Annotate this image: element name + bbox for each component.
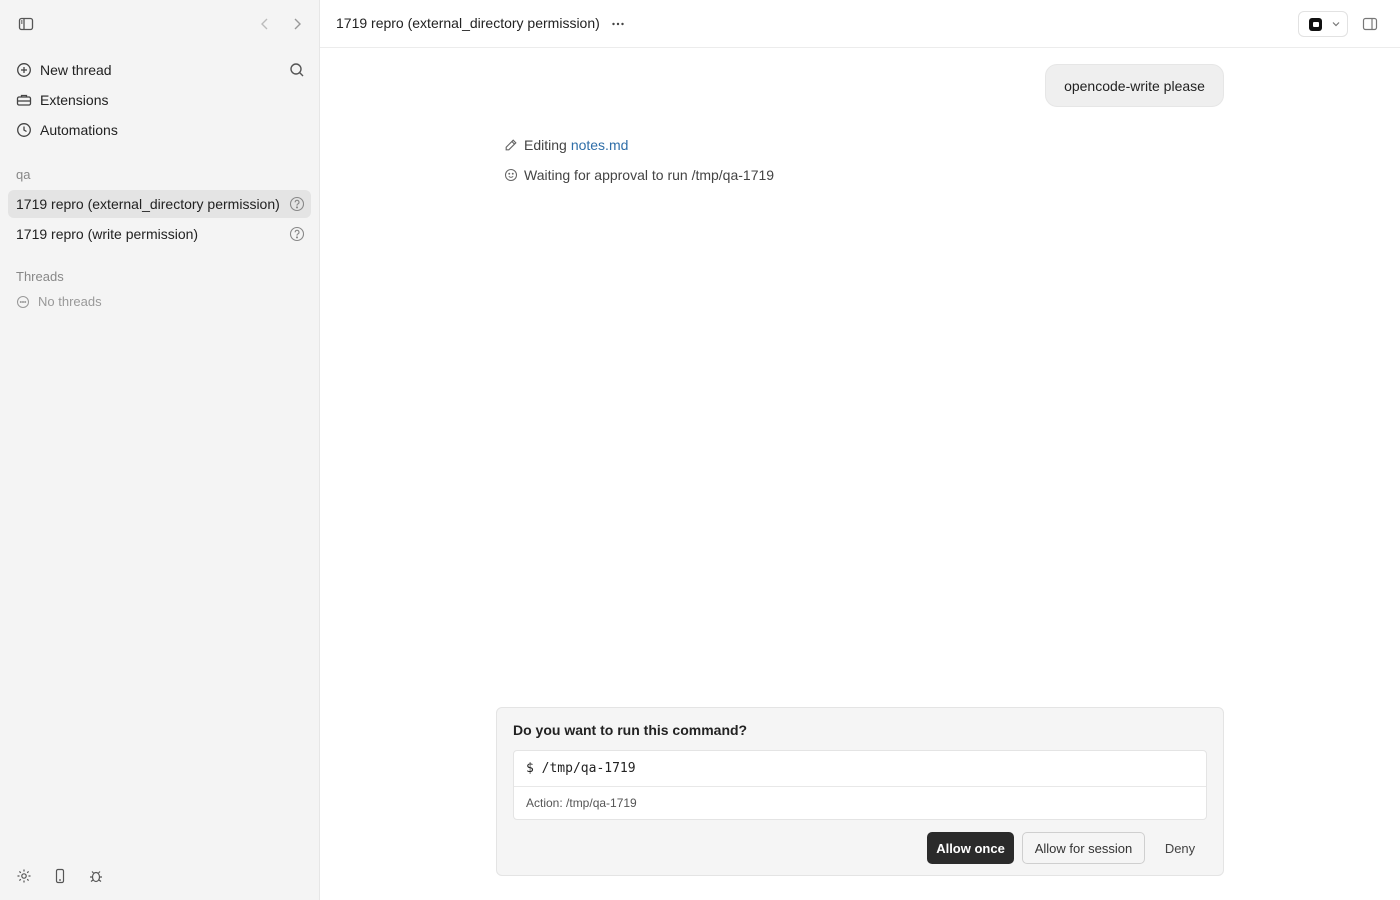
main-panel: 1719 repro (external_directory permissio… [320, 0, 1400, 900]
pencil-icon [505, 139, 517, 151]
extensions-button[interactable]: Extensions [8, 86, 311, 114]
chat-bubble-icon [16, 295, 30, 308]
automations-label: Automations [40, 122, 118, 138]
thread-item-external-directory[interactable]: 1719 repro (external_directory permissio… [8, 190, 311, 218]
model-picker[interactable] [1298, 11, 1348, 37]
new-thread-label: New thread [40, 62, 112, 78]
activity-waiting: Waiting for approval to run /tmp/qa-1719 [504, 167, 774, 183]
thread-title: 1719 repro (external_directory permissio… [16, 196, 280, 212]
deny-button[interactable]: Deny [1153, 832, 1207, 864]
empty-threads: No threads [16, 294, 102, 309]
bug-icon[interactable] [86, 866, 106, 886]
extensions-label: Extensions [40, 92, 109, 108]
sidebar: New thread Extensions Automations qa 171… [0, 0, 320, 900]
command-text: $ /tmp/qa-1719 [526, 761, 636, 776]
thread-title: 1719 repro (write permission) [16, 226, 199, 242]
header: 1719 repro (external_directory permissio… [320, 0, 1400, 48]
toggle-side-panel-icon[interactable] [1360, 14, 1380, 34]
action-text: Action: /tmp/qa-1719 [526, 796, 637, 810]
allow-once-button[interactable]: Allow once [927, 832, 1014, 864]
approval-question: Do you want to run this command? [513, 722, 748, 738]
divider [514, 786, 1206, 787]
threads-section-label: Threads [16, 269, 64, 284]
clock-icon [16, 122, 32, 138]
model-logo-icon [1309, 17, 1322, 31]
question-circle-icon [289, 226, 305, 242]
toolbox-icon [16, 92, 32, 108]
activity-editing-prefix: Editing [524, 137, 567, 153]
command-box: $ /tmp/qa-1719 Action: /tmp/qa-1719 [513, 750, 1207, 820]
sidebar-footer [14, 866, 106, 886]
settings-gear-icon[interactable] [14, 866, 34, 886]
file-link[interactable]: notes.md [571, 137, 629, 153]
forward-arrow-icon[interactable] [287, 14, 307, 34]
clock-face-icon [504, 168, 518, 182]
allow-for-session-button[interactable]: Allow for session [1022, 832, 1145, 864]
question-circle-icon [289, 196, 305, 212]
project-label: qa [16, 167, 31, 182]
automations-button[interactable]: Automations [8, 116, 311, 144]
thread-item-write-permission[interactable]: 1719 repro (write permission) [8, 220, 311, 248]
chevron-down-icon [1330, 18, 1342, 30]
activity-waiting-text: Waiting for approval to run /tmp/qa-1719 [524, 167, 775, 183]
search-icon[interactable] [287, 60, 307, 80]
plus-circle-icon [16, 62, 32, 78]
more-options-icon[interactable] [608, 14, 628, 34]
toggle-sidebar-icon[interactable] [16, 14, 36, 34]
back-arrow-icon[interactable] [255, 14, 275, 34]
activity-editing: Editing notes.md [504, 137, 628, 153]
user-message: opencode-write please [1045, 64, 1224, 107]
mobile-device-icon[interactable] [50, 866, 70, 886]
thread-title-header: 1719 repro (external_directory permissio… [336, 15, 600, 31]
empty-threads-label: No threads [38, 294, 102, 309]
approval-dialog: Do you want to run this command? $ /tmp/… [496, 707, 1224, 876]
new-thread-button[interactable]: New thread [8, 56, 311, 84]
